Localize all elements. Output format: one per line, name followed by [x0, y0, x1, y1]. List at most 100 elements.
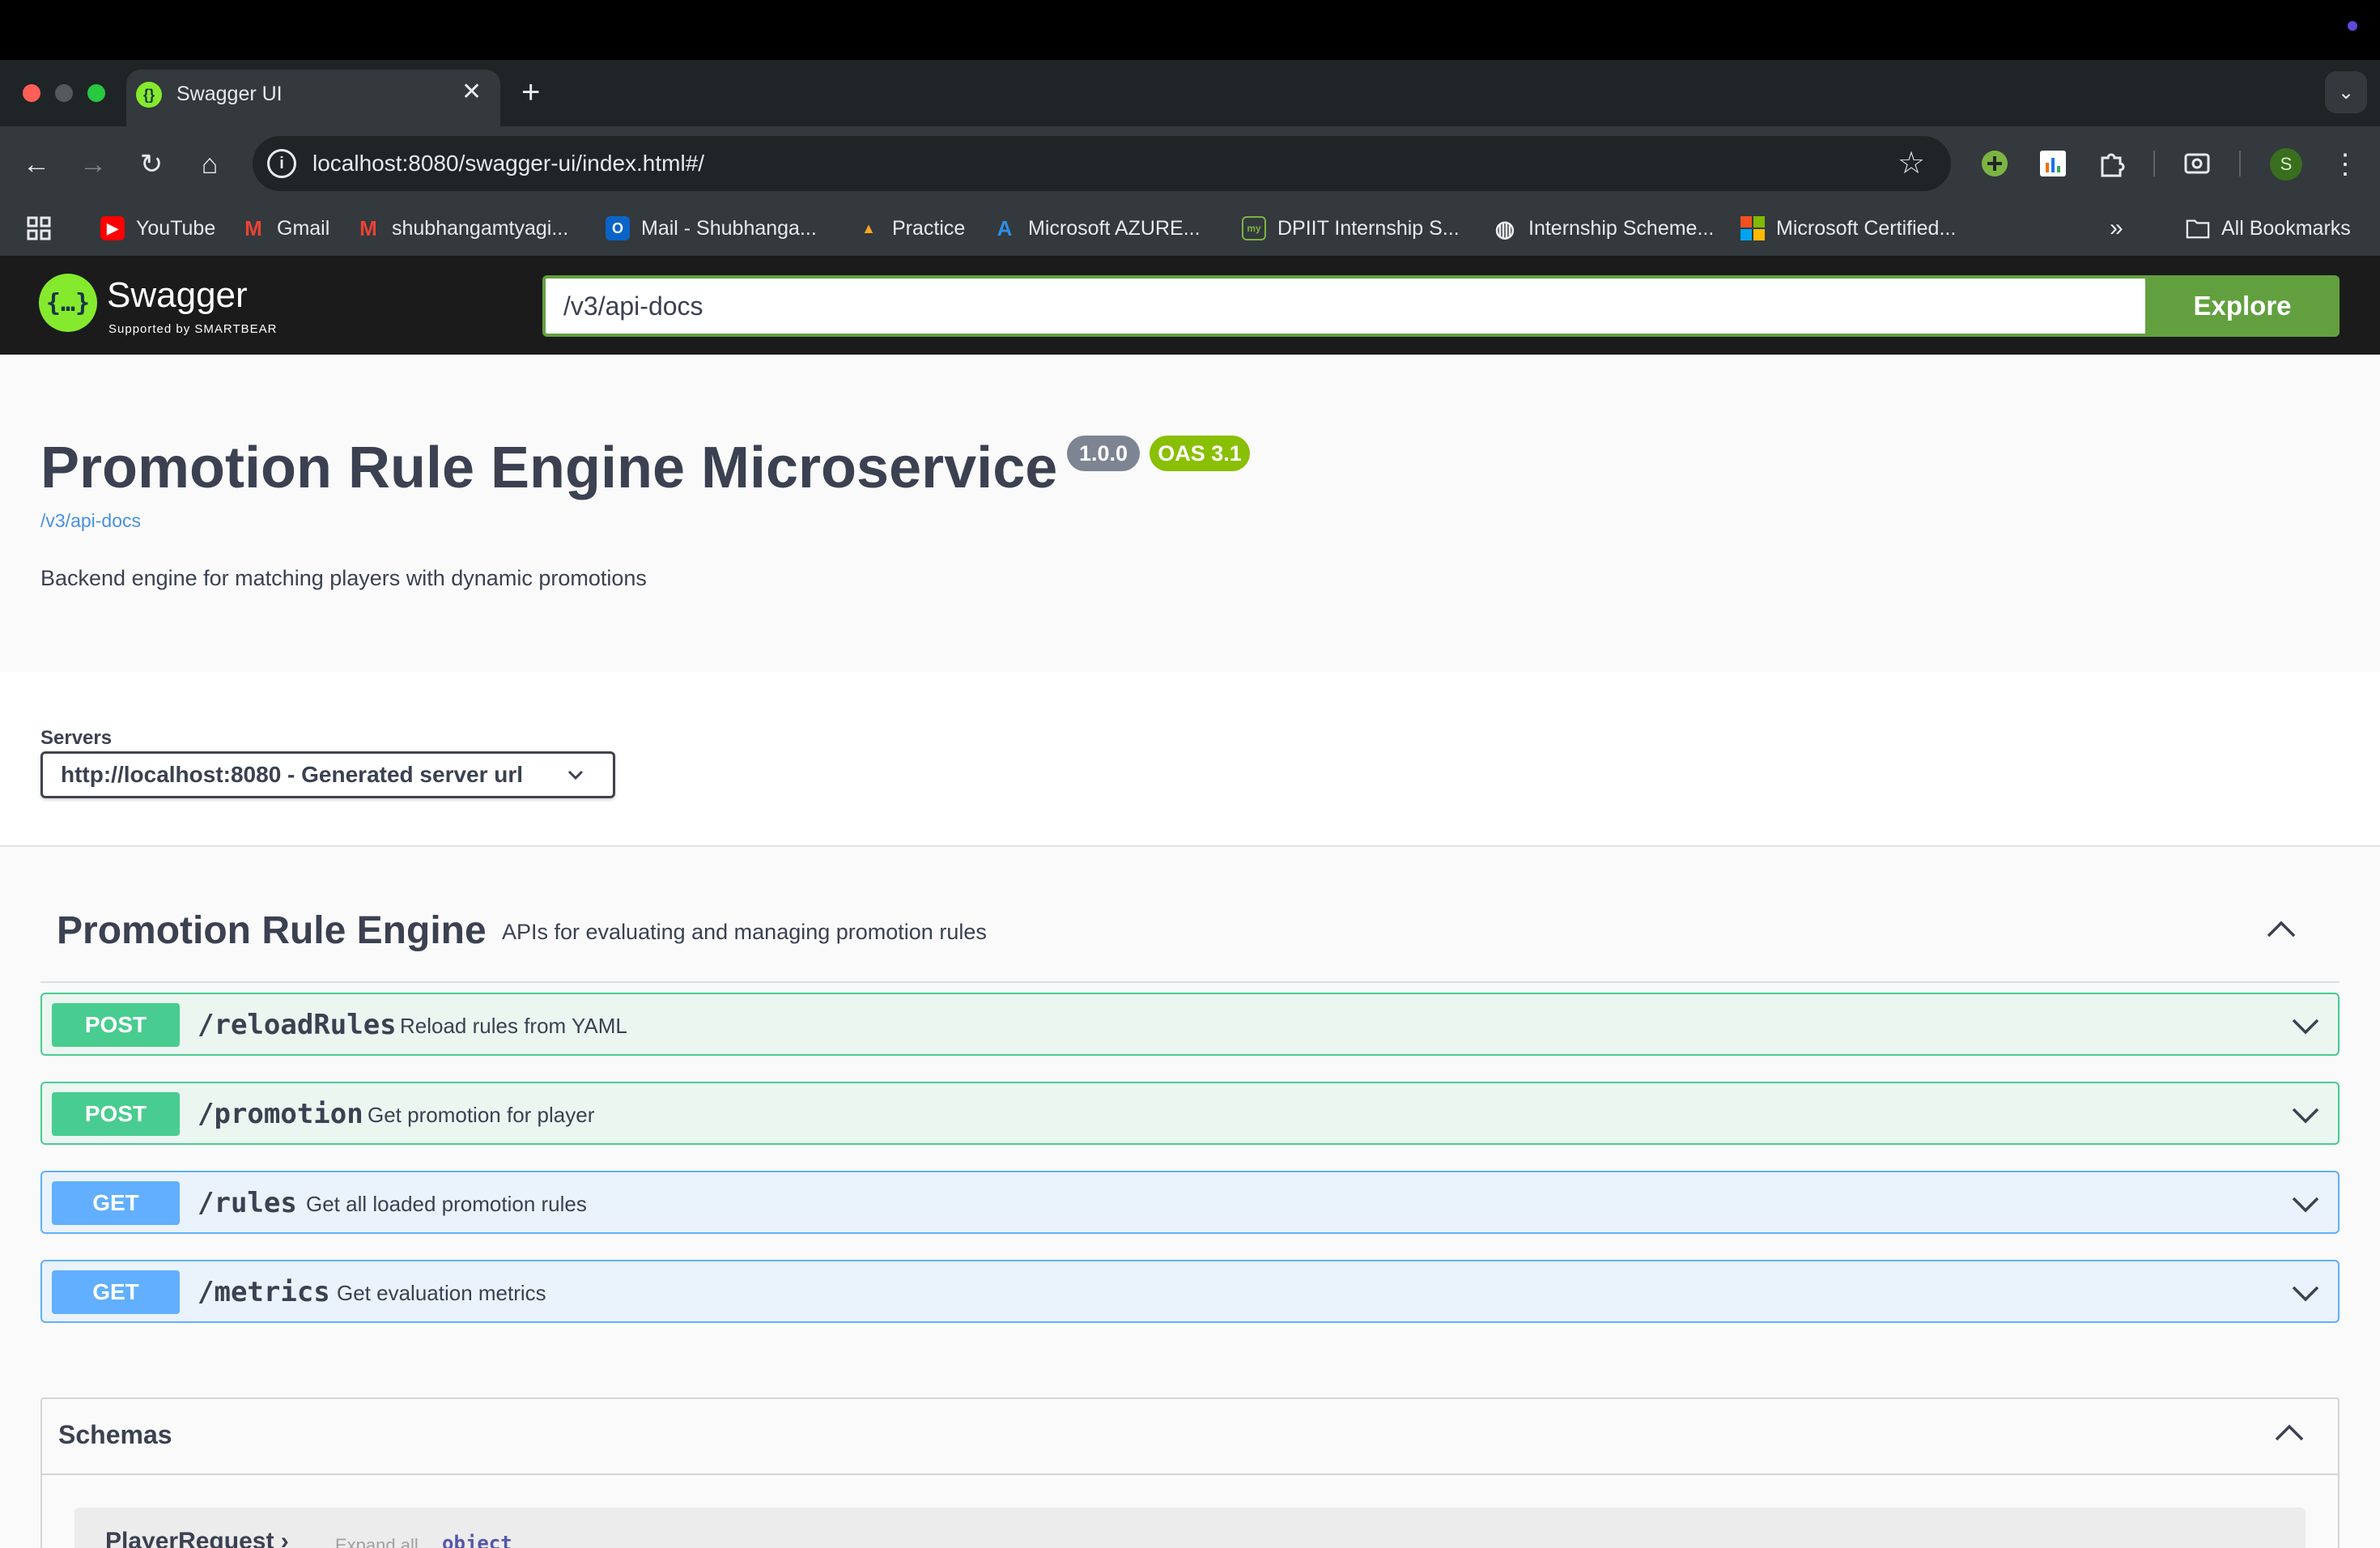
method-badge: POST	[52, 1003, 180, 1047]
swagger-logo-text: Swagger	[107, 275, 248, 315]
bookmark-internship-scheme[interactable]: ◍ Internship Scheme...	[1493, 212, 1715, 245]
model-name-label: PlayerRequest	[105, 1528, 274, 1548]
tag-description: APIs for evaluating and managing promoti…	[502, 920, 987, 944]
browser-menu-icon[interactable]: ⋮	[2331, 144, 2359, 185]
all-bookmarks-button[interactable]: All Bookmarks	[2186, 212, 2351, 245]
method-badge: POST	[52, 1092, 180, 1136]
maximize-window-button[interactable]	[87, 84, 105, 102]
close-tab-icon[interactable]: ✕	[461, 79, 482, 105]
operation-rules[interactable]: GET /rules Get all loaded promotion rule…	[40, 1171, 2340, 1234]
chevron-down-icon[interactable]	[2289, 1276, 2322, 1308]
operation-summary: Get promotion for player	[368, 1103, 595, 1127]
analytics-extension-icon[interactable]	[2038, 149, 2068, 178]
chevron-down-icon	[567, 761, 584, 795]
api-description: Backend engine for matching players with…	[40, 566, 647, 590]
mygov-icon: my	[1242, 216, 1266, 240]
schemas-divider	[42, 1474, 2338, 1475]
bookmark-azure[interactable]: A Microsoft AZURE...	[992, 212, 1201, 245]
model-type: object	[442, 1532, 512, 1548]
swagger-logo-subtitle: Supported by SMARTBEAR	[108, 322, 278, 336]
bookmark-youtube[interactable]: ▶ YouTube	[100, 212, 215, 245]
servers-label: Servers	[40, 727, 113, 749]
operation-path[interactable]: /rules	[198, 1187, 297, 1219]
chevron-down-icon[interactable]	[2289, 1187, 2322, 1219]
version-badge: 1.0.0	[1067, 436, 1140, 471]
operation-path[interactable]: /reloadRules	[198, 1009, 397, 1041]
explore-button[interactable]: Explore	[2145, 275, 2340, 337]
youtube-icon: ▶	[100, 216, 125, 240]
more-bookmarks-icon[interactable]: »	[2110, 212, 2123, 245]
bookmark-label: Microsoft Certified...	[1776, 216, 1957, 240]
bookmark-practice[interactable]: ▲ Practice	[856, 212, 965, 245]
spec-link[interactable]: /v3/api-docs	[40, 508, 141, 533]
chevron-down-icon[interactable]	[2289, 1098, 2322, 1130]
schemas-title[interactable]: Schemas	[58, 1418, 172, 1451]
gmail-icon: M	[244, 215, 262, 240]
back-arrow-icon[interactable]: ←	[16, 144, 57, 185]
bookmark-gmail-account[interactable]: Mshubhangamtyagi...	[356, 212, 568, 245]
bookmark-label: Mail - Shubhanga...	[641, 216, 817, 240]
toolbar-separator	[2239, 151, 2241, 176]
reload-icon[interactable]: ↻	[131, 144, 172, 185]
chevron-down-icon[interactable]	[2289, 1009, 2322, 1041]
bookmark-label: Internship Scheme...	[1528, 216, 1715, 240]
chevron-up-icon[interactable]	[2263, 912, 2299, 947]
operation-path[interactable]: /promotion	[198, 1098, 363, 1130]
oas-badge: OAS 3.1	[1150, 436, 1250, 471]
info-section	[0, 355, 2380, 672]
close-window-button[interactable]	[23, 84, 40, 102]
tag-divider	[40, 981, 2340, 983]
all-bookmarks-label: All Bookmarks	[2221, 216, 2351, 240]
method-badge: GET	[52, 1270, 180, 1314]
servers-select[interactable]: http://localhost:8080 - Generated server…	[40, 751, 615, 798]
swagger-logo-icon: {…}	[39, 274, 97, 332]
screenshot-icon[interactable]	[2182, 149, 2212, 178]
api-title: Promotion Rule Engine Microservice	[40, 436, 1058, 500]
profile-avatar[interactable]: S	[2270, 148, 2302, 181]
operation-summary: Reload rules from YAML	[400, 1014, 627, 1038]
bookmark-label: Practice	[892, 216, 966, 240]
bookmark-gmail[interactable]: M Gmail	[241, 212, 329, 245]
bookmark-label: shubhangamtyagi...	[392, 216, 569, 240]
new-tab-icon[interactable]: +	[521, 74, 540, 110]
rocket-icon: ▲	[861, 219, 876, 236]
folder-icon	[2186, 216, 2210, 240]
extension-plus-icon[interactable]	[1980, 149, 2009, 178]
bookmark-outlook-mail[interactable]: O Mail - Shubhanga...	[606, 212, 817, 245]
chevron-up-icon[interactable]	[2272, 1415, 2307, 1451]
operation-path[interactable]: /metrics	[198, 1276, 330, 1308]
apps-grid-icon[interactable]	[26, 212, 52, 245]
bookmark-label: DPIIT Internship S...	[1277, 216, 1460, 240]
bookmark-dpiit[interactable]: my DPIIT Internship S...	[1242, 212, 1460, 245]
operation-metrics[interactable]: GET /metrics Get evaluation metrics	[40, 1260, 2340, 1323]
minimize-window-button[interactable]	[55, 84, 73, 102]
tab-search-chevron-icon[interactable]: ⌄	[2325, 71, 2367, 113]
status-dot-icon	[2348, 21, 2357, 31]
model-name[interactable]: PlayerRequest ›	[105, 1527, 289, 1548]
operation-promotion[interactable]: POST /promotion Get promotion for player	[40, 1082, 2340, 1145]
bookmark-label: YouTube	[136, 216, 216, 240]
bookmark-star-icon[interactable]: ☆	[1898, 146, 1925, 181]
toolbar-separator	[2153, 151, 2155, 176]
home-icon[interactable]: ⌂	[189, 144, 230, 185]
extensions-puzzle-icon[interactable]	[2097, 149, 2126, 178]
operation-summary: Get evaluation metrics	[337, 1281, 546, 1305]
site-info-icon[interactable]: i	[267, 149, 296, 178]
tag-title[interactable]: Promotion Rule Engine	[57, 907, 487, 955]
bookmark-label: Gmail	[277, 216, 330, 240]
tab-title: Swagger UI	[176, 83, 283, 105]
operation-summary: Get all loaded promotion rules	[306, 1192, 587, 1216]
bookmark-microsoft-certified[interactable]: Microsoft Certified...	[1740, 212, 1956, 245]
expand-all-button[interactable]: Expand all	[335, 1533, 419, 1548]
globe-icon: ◍	[1494, 215, 1515, 241]
outlook-icon: O	[606, 216, 630, 240]
address-bar-url[interactable]: localhost:8080/swagger-ui/index.html#/	[312, 149, 704, 178]
operation-reload-rules[interactable]: POST /reloadRules Reload rules from YAML	[40, 993, 2340, 1056]
forward-arrow-icon[interactable]: →	[73, 144, 113, 185]
azure-icon: A	[997, 215, 1013, 240]
system-menu-bar	[0, 0, 2380, 60]
swagger-favicon-icon: {}	[136, 82, 162, 108]
bookmark-label: Microsoft AZURE...	[1028, 216, 1201, 240]
spec-url-input[interactable]: /v3/api-docs	[542, 275, 2161, 337]
chevron-right-icon: ›	[280, 1528, 289, 1548]
